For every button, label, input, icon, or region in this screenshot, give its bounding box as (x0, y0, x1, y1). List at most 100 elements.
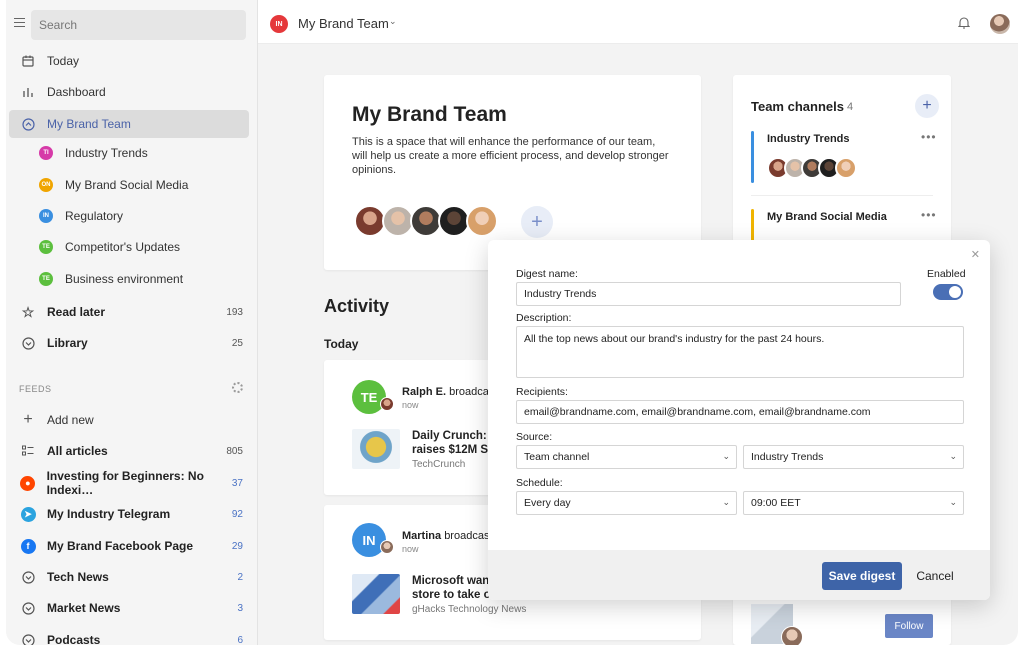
item-count: 25 (231, 337, 243, 349)
reddit-icon: ● (20, 475, 36, 491)
bar-chart-icon (19, 86, 37, 98)
feed-tech-news[interactable]: Tech News 2 (9, 563, 249, 591)
author-name: Martina (402, 530, 442, 542)
enabled-label: Enabled (927, 268, 966, 280)
avatar (781, 626, 803, 645)
more-options-icon[interactable]: ••• (921, 208, 937, 222)
selected-value: Every day (524, 497, 571, 509)
channel-badge: IN (39, 209, 53, 223)
chevron-down-icon: ⌄ (722, 497, 730, 507)
recipients-input[interactable] (516, 400, 964, 424)
digest-modal: ✕ Digest name: Enabled Description: All … (488, 240, 990, 600)
telegram-icon: ➤ (20, 506, 36, 522)
article-source: TechCrunch (412, 459, 466, 470)
feed-telegram[interactable]: ➤ My Industry Telegram 92 (9, 500, 249, 528)
activity-today-label: Today (324, 337, 359, 351)
divider (751, 195, 933, 196)
sidebar-item-label: Dashboard (47, 85, 106, 99)
sidebar-item-label: Market News (47, 601, 121, 615)
chevron-circle-down-icon (19, 336, 37, 350)
sidebar-item-label: Today (47, 54, 80, 68)
item-count: 29 (231, 540, 243, 552)
avatar (380, 397, 394, 411)
bell-icon[interactable] (957, 16, 971, 32)
author-name: Ralph E. (402, 386, 447, 398)
channel-label: Industry Trends (65, 146, 148, 160)
sidebar-item-today[interactable]: Today (9, 47, 249, 75)
facebook-icon: f (20, 538, 36, 554)
feed-all-articles[interactable]: All articles 805 (9, 437, 249, 465)
sidebar-channel-competitors[interactable]: TE Competitor's Updates (9, 233, 249, 261)
post-author-badge: IN (352, 523, 386, 557)
digest-name-input[interactable] (516, 282, 901, 306)
team-title: My Brand Team (352, 103, 507, 126)
sidebar-item-my-brand-team[interactable]: My Brand Team (9, 110, 249, 138)
post-author[interactable]: Ralph E. broadcas (402, 386, 494, 398)
sidebar-item-dashboard[interactable]: Dashboard (9, 78, 249, 106)
user-avatar[interactable] (990, 14, 1010, 34)
cancel-button[interactable]: Cancel (912, 562, 958, 590)
feed-facebook[interactable]: f My Brand Facebook Page 29 (9, 532, 249, 560)
chevron-down-icon[interactable]: ⌄ (389, 16, 397, 27)
channel-badge: TI (39, 146, 53, 160)
article-thumbnail[interactable] (352, 574, 400, 614)
schedule-time-select[interactable]: 09:00 EET ⌄ (743, 491, 964, 515)
follow-button[interactable]: Follow (885, 614, 933, 638)
list-icon (19, 445, 37, 457)
article-thumbnail[interactable] (352, 429, 400, 469)
team-description: This is a space that will enhance the pe… (352, 136, 669, 176)
item-count: 37 (231, 477, 243, 489)
enabled-toggle[interactable] (933, 284, 963, 300)
chevron-down-icon: ⌄ (949, 451, 957, 461)
add-new-feed[interactable]: + Add new (9, 406, 249, 434)
close-icon[interactable]: ✕ (971, 248, 980, 261)
chevron-circle-down-icon (19, 601, 37, 615)
sidebar-item-label: Add new (47, 413, 94, 427)
feed-podcasts[interactable]: Podcasts 6 (9, 626, 249, 645)
add-channel-button[interactable]: + (915, 94, 939, 118)
channel-label: Regulatory (65, 209, 124, 223)
hamburger-menu-icon[interactable] (14, 18, 25, 27)
item-count: 3 (237, 602, 243, 614)
schedule-frequency-select[interactable]: Every day ⌄ (516, 491, 737, 515)
channel-name[interactable]: My Brand Social Media (767, 211, 887, 223)
feed-investing[interactable]: ● Investing for Beginners: No Indexi… 37 (9, 469, 249, 497)
app-window: Today Dashboard My Brand Team TI Industr… (6, 0, 1018, 645)
sidebar-item-label: Investing for Beginners: No Indexi… (46, 469, 204, 497)
post-author[interactable]: Martina broadcas (402, 530, 489, 542)
channel-label: Business environment (65, 272, 184, 286)
sidebar-item-read-later[interactable]: ☆ Read later 193 (9, 298, 249, 326)
channel-badge: ON (39, 178, 53, 192)
description-label: Description: (516, 312, 572, 324)
sidebar-channel-business-environment[interactable]: TE Business environment (9, 265, 249, 293)
feed-market-news[interactable]: Market News 3 (9, 594, 249, 622)
gear-icon[interactable] (232, 382, 243, 393)
source-type-select[interactable]: Team channel ⌄ (516, 445, 737, 469)
post-time: now (402, 544, 419, 554)
selected-value: Team channel (524, 451, 590, 463)
calendar-icon (19, 55, 37, 67)
chevron-down-icon: ⌄ (722, 451, 730, 461)
post-verb: broadcas (444, 530, 490, 542)
post-author-badge: TE (352, 380, 386, 414)
star-icon: ☆ (21, 303, 35, 320)
chevron-circle-down-icon (19, 633, 37, 645)
source-label: Source: (516, 431, 553, 443)
add-member-button[interactable]: + (521, 206, 553, 238)
channel-name[interactable]: Industry Trends (767, 133, 850, 145)
digest-name-label: Digest name: (516, 268, 578, 280)
item-count: 2 (237, 571, 243, 583)
team-switcher[interactable]: My Brand Team (298, 16, 389, 31)
sidebar-channel-social-media[interactable]: ON My Brand Social Media (9, 171, 249, 199)
avatar[interactable] (466, 205, 498, 237)
more-options-icon[interactable]: ••• (921, 130, 937, 144)
description-textarea[interactable]: All the top news about our brand's indus… (516, 326, 964, 378)
sidebar-item-label: Tech News (47, 570, 109, 584)
sidebar-channel-regulatory[interactable]: IN Regulatory (9, 202, 249, 230)
save-digest-button[interactable]: Save digest (822, 562, 902, 590)
search-input[interactable] (31, 10, 246, 40)
sidebar-channel-industry-trends[interactable]: TI Industry Trends (9, 139, 249, 167)
sidebar-item-library[interactable]: Library 25 (9, 329, 249, 357)
sidebar-item-label: My Brand Team (47, 117, 131, 131)
source-channel-select[interactable]: Industry Trends ⌄ (743, 445, 964, 469)
